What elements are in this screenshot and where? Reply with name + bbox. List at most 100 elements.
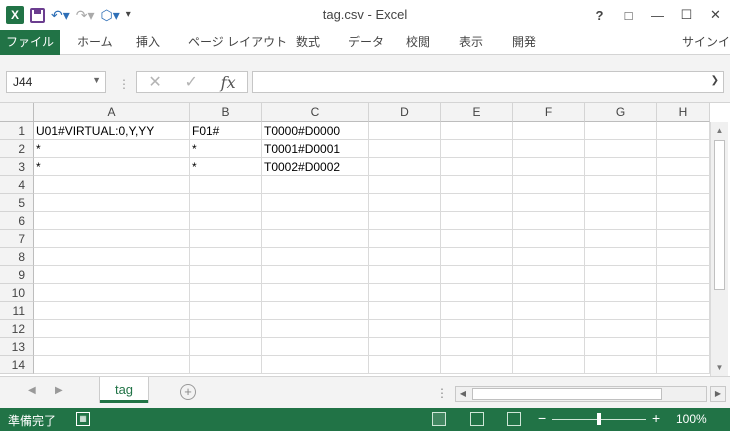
cell[interactable] xyxy=(441,194,513,212)
sheet-next-icon[interactable]: ▶ xyxy=(55,385,63,396)
scroll-left-icon[interactable]: ◀ xyxy=(456,387,470,401)
cell[interactable] xyxy=(441,266,513,284)
cell[interactable] xyxy=(513,140,585,158)
cell[interactable] xyxy=(190,356,262,374)
close-button[interactable]: ✕ xyxy=(701,0,730,30)
cell[interactable] xyxy=(585,158,657,176)
cell[interactable] xyxy=(513,320,585,338)
tab-file[interactable]: ファイル xyxy=(0,30,60,55)
cell[interactable] xyxy=(262,284,369,302)
row-header[interactable]: 6 xyxy=(0,212,34,230)
cell[interactable] xyxy=(441,320,513,338)
cell[interactable] xyxy=(513,158,585,176)
row-header[interactable]: 11 xyxy=(0,302,34,320)
cell[interactable] xyxy=(190,248,262,266)
cell[interactable] xyxy=(513,266,585,284)
cell[interactable] xyxy=(585,302,657,320)
cell[interactable] xyxy=(441,248,513,266)
formula-input[interactable]: ❯ xyxy=(252,71,724,93)
cell[interactable] xyxy=(657,338,710,356)
cell[interactable] xyxy=(34,194,190,212)
cell[interactable] xyxy=(190,176,262,194)
cell[interactable]: T0001#D0001 xyxy=(262,140,369,158)
cell[interactable] xyxy=(262,212,369,230)
cell[interactable] xyxy=(657,266,710,284)
cell[interactable] xyxy=(657,230,710,248)
cell[interactable] xyxy=(369,320,441,338)
cell[interactable] xyxy=(585,230,657,248)
cell[interactable] xyxy=(585,356,657,374)
cell[interactable]: * xyxy=(190,158,262,176)
row-header[interactable]: 9 xyxy=(0,266,34,284)
tab-developer[interactable]: 開発 xyxy=(512,30,536,55)
tab-data[interactable]: データ xyxy=(348,30,384,55)
cell[interactable] xyxy=(657,212,710,230)
ribbon-display-button[interactable]: □ xyxy=(614,0,643,30)
zoom-slider-thumb[interactable] xyxy=(597,413,601,425)
cell[interactable] xyxy=(34,176,190,194)
cell[interactable] xyxy=(441,338,513,356)
cell[interactable] xyxy=(585,176,657,194)
row-header[interactable]: 3 xyxy=(0,158,34,176)
cell[interactable] xyxy=(262,266,369,284)
cell[interactable] xyxy=(441,212,513,230)
column-header-c[interactable]: C xyxy=(262,103,369,122)
signin-link[interactable]: サインイン xyxy=(682,30,730,55)
resize-handle-icon[interactable]: ⋮ xyxy=(118,77,130,91)
cell[interactable] xyxy=(585,212,657,230)
cell[interactable] xyxy=(657,356,710,374)
cell[interactable] xyxy=(369,284,441,302)
cell[interactable]: T0000#D0000 xyxy=(262,122,369,140)
cell[interactable] xyxy=(657,284,710,302)
maximize-button[interactable]: ☐ xyxy=(672,0,701,30)
cell[interactable] xyxy=(34,356,190,374)
insert-function-icon[interactable]: fx xyxy=(221,73,236,92)
cell[interactable] xyxy=(585,122,657,140)
cell[interactable] xyxy=(262,320,369,338)
column-header-a[interactable]: A xyxy=(34,103,190,122)
tab-split-handle-icon[interactable]: ⋮ xyxy=(436,386,448,400)
cell[interactable] xyxy=(369,356,441,374)
cell[interactable] xyxy=(190,302,262,320)
cell[interactable]: * xyxy=(34,158,190,176)
vertical-scrollbar[interactable]: ▲ ▼ xyxy=(710,122,728,376)
row-header[interactable]: 5 xyxy=(0,194,34,212)
cell[interactable] xyxy=(585,284,657,302)
horizontal-scrollbar[interactable]: ◀ xyxy=(455,386,707,402)
cell[interactable] xyxy=(34,248,190,266)
cell[interactable] xyxy=(585,266,657,284)
cell[interactable] xyxy=(657,302,710,320)
cell[interactable] xyxy=(513,338,585,356)
cell[interactable] xyxy=(369,266,441,284)
normal-view-icon[interactable] xyxy=(432,412,446,426)
cell[interactable] xyxy=(657,158,710,176)
cell[interactable] xyxy=(369,176,441,194)
help-button[interactable]: ? xyxy=(585,0,614,30)
cell[interactable] xyxy=(585,320,657,338)
scroll-up-icon[interactable]: ▲ xyxy=(711,122,728,139)
minimize-button[interactable]: — xyxy=(643,0,672,30)
cell[interactable] xyxy=(513,284,585,302)
cell[interactable] xyxy=(262,176,369,194)
cell[interactable] xyxy=(441,176,513,194)
cell[interactable] xyxy=(657,248,710,266)
cell[interactable] xyxy=(262,356,369,374)
cell[interactable] xyxy=(441,302,513,320)
cell[interactable] xyxy=(369,338,441,356)
column-header-h[interactable]: H xyxy=(657,103,710,122)
cell[interactable]: U01#VIRTUAL:0,Y,YY xyxy=(34,122,190,140)
column-header-f[interactable]: F xyxy=(513,103,585,122)
tab-formulas[interactable]: 数式 xyxy=(296,30,320,55)
row-header[interactable]: 8 xyxy=(0,248,34,266)
zoom-in-button[interactable]: + xyxy=(652,410,660,426)
cell[interactable]: * xyxy=(34,140,190,158)
cell[interactable] xyxy=(657,122,710,140)
new-sheet-button[interactable]: + xyxy=(180,384,196,400)
cell[interactable] xyxy=(262,194,369,212)
cell[interactable] xyxy=(441,284,513,302)
cell[interactable] xyxy=(441,230,513,248)
sheet-prev-icon[interactable]: ◀ xyxy=(28,385,36,396)
cell[interactable] xyxy=(369,212,441,230)
cell[interactable] xyxy=(585,248,657,266)
cell[interactable] xyxy=(190,212,262,230)
